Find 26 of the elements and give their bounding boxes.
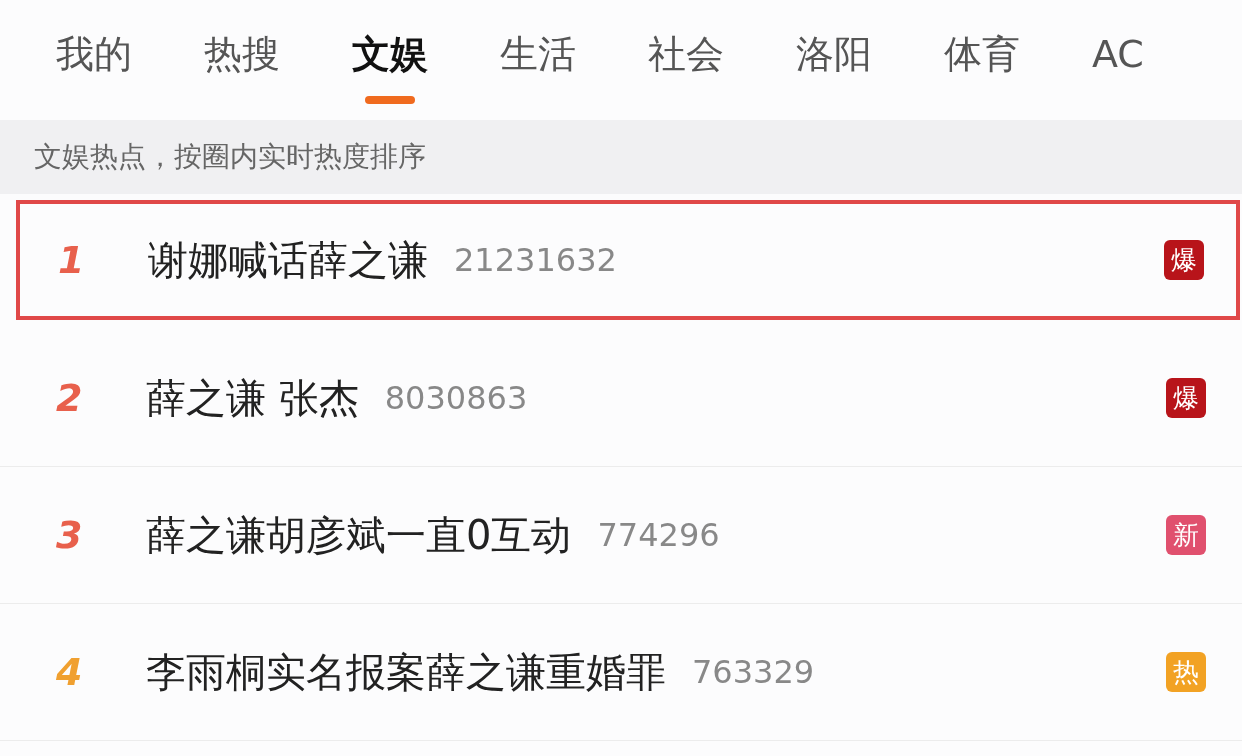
rank-number: 2 — [56, 376, 84, 420]
status-badge: 新 — [1166, 515, 1206, 555]
status-badge: 热 — [1166, 652, 1206, 692]
category-tab[interactable]: 体育 — [944, 30, 1020, 76]
category-tab[interactable]: 我的 — [56, 30, 132, 76]
rank-number: 4 — [56, 650, 84, 694]
topic-title: 薛之谦胡彦斌一直0互动 — [146, 510, 572, 560]
topic-title: 李雨桐实名报案薛之谦重婚罪 — [146, 647, 666, 697]
hot-search-item[interactable]: 1 谢娜喊话薛之谦 21231632 爆 — [16, 200, 1240, 320]
section-hint: 文娱热点，按圈内实时热度排序 — [34, 139, 426, 175]
topic-title: 薛之谦 张杰 — [146, 373, 359, 423]
heat-count: 21231632 — [454, 241, 618, 279]
rank-number: 1 — [58, 238, 86, 282]
heat-count: 774296 — [597, 516, 721, 554]
status-badge: 爆 — [1166, 378, 1206, 418]
category-tab[interactable]: 社会 — [648, 30, 724, 76]
category-tab[interactable]: 热搜 — [204, 30, 280, 76]
category-tab[interactable]: 生活 — [500, 30, 576, 76]
heat-count: 8030863 — [384, 379, 529, 417]
heat-count: 763329 — [692, 653, 816, 691]
category-tab[interactable]: AC — [1092, 30, 1144, 76]
category-tab[interactable]: 文娱 — [352, 30, 428, 104]
category-tab[interactable]: 洛阳 — [796, 30, 872, 76]
rank-number: 3 — [56, 513, 84, 557]
status-badge: 爆 — [1164, 240, 1204, 280]
topic-title: 谢娜喊话薛之谦 — [148, 235, 428, 285]
